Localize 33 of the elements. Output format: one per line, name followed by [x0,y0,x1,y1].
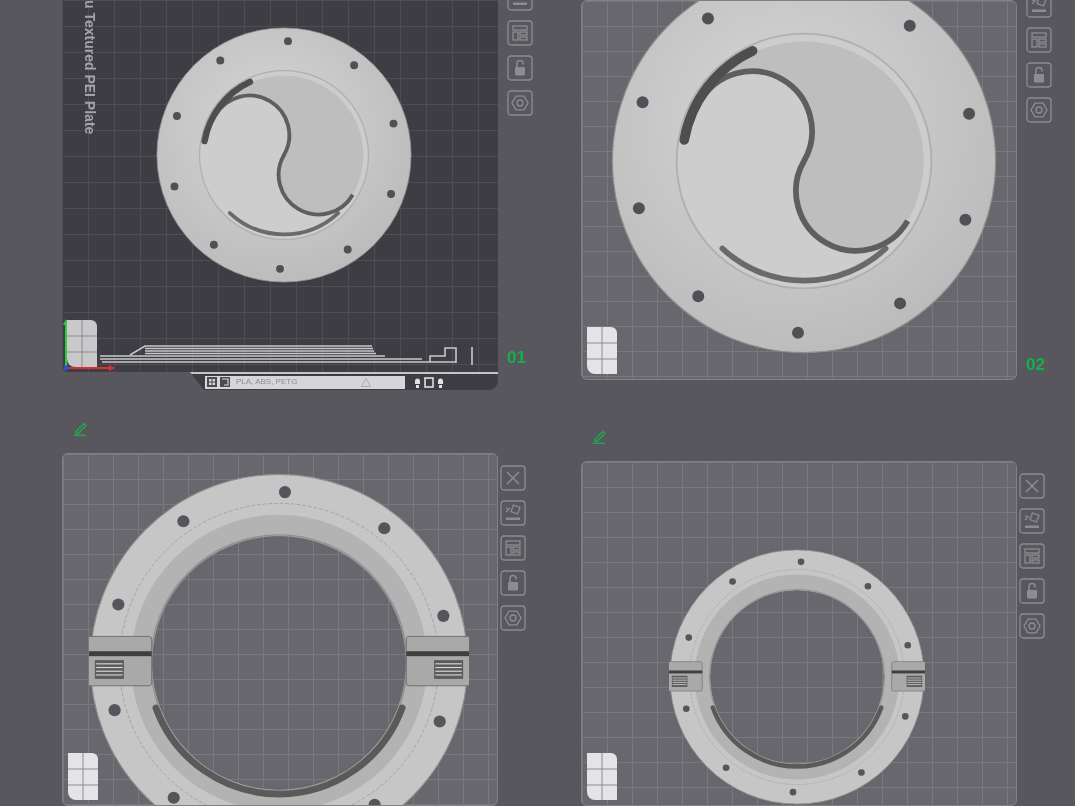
settings-icon[interactable] [507,90,533,116]
frame-icon [424,376,434,388]
corner-tile-icon [67,320,97,367]
open-padlock-icon[interactable] [1026,62,1052,88]
axes-icon [62,318,116,372]
panel-layout-icon[interactable] [1026,27,1052,53]
settings-icon[interactable] [500,605,526,631]
open-padlock-icon[interactable] [507,55,533,81]
tilted-box-icon[interactable] [1019,508,1045,534]
tilted-box-icon[interactable] [500,500,526,526]
nozzle-icon [414,376,421,388]
settings-icon[interactable] [1019,613,1045,639]
corner-tile-icon [587,327,617,374]
pencil-icon[interactable] [592,428,608,444]
close-icon[interactable] [1019,473,1045,499]
tilted-box-icon[interactable] [507,0,533,11]
settings-icon[interactable] [1026,97,1052,123]
pencil-icon[interactable] [73,420,89,436]
panel-layout-icon[interactable] [507,20,533,46]
panel-layout-icon[interactable] [500,535,526,561]
open-padlock-icon[interactable] [500,570,526,596]
corner-tile-icon [587,753,617,800]
plate-number: 02 [1026,356,1045,373]
nozzle-icon [437,376,444,388]
tilted-box-icon[interactable] [1026,0,1052,18]
warning-icon [361,377,371,387]
open-padlock-icon[interactable] [1019,578,1045,604]
panel-layout-icon[interactable] [1019,543,1045,569]
filament-list-label: PLA, ABS, PETG [236,378,298,386]
close-icon[interactable] [500,465,526,491]
plate-number: 01 [507,349,526,366]
corner-tile-icon [68,753,98,800]
plate-type-label: u Textured PEI Plate [83,0,97,135]
